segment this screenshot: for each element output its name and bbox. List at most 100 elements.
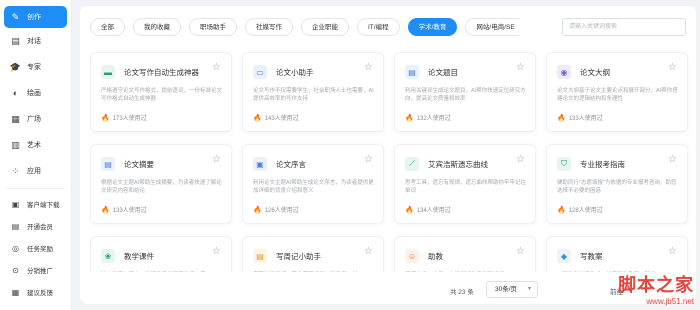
- star-icon[interactable]: ☆: [212, 247, 221, 257]
- card-usage-count: 133人使用过: [112, 208, 147, 214]
- card-description: 注入创意与活力，让课件设计更富生机，使: [101, 271, 223, 272]
- chat-icon: ▤: [11, 35, 20, 46]
- card-description: 精通小学、中学、大学领域的各学科知识，: [405, 271, 527, 272]
- leaf-icon: ❀: [101, 249, 115, 263]
- star-icon[interactable]: ☆: [668, 155, 677, 165]
- sidebar-item-sub-3[interactable]: ⊙ 分销推广: [4, 259, 67, 281]
- prompt-card[interactable]: ❀ 教学课件 ☆ 注入创意与活力，让课件设计更富生机，使: [90, 236, 232, 272]
- sidebar-item-sub-0[interactable]: ▣ 客户端下载: [4, 193, 67, 215]
- prompt-card[interactable]: ▤ 写周记小助手 ☆ 保障这份最好，完全帮周记是一些示例，长: [242, 236, 384, 272]
- fire-icon: 🔥: [101, 114, 110, 122]
- card-usage: 🔥 134人使用过: [405, 205, 451, 215]
- card-title: 教学课件: [124, 251, 154, 261]
- card-title: 专业报考指南: [580, 159, 625, 169]
- prompt-card[interactable]: ⟋ 艾宾浩斯遗忘曲线 ☆ 思考工具，遗忘有规律，遗忘曲线帮助你牢牢记住单词 🔥 134人使…: [394, 144, 536, 224]
- sidebar-item-main-5[interactable]: ▥ 艺术: [4, 132, 67, 158]
- sidebar-item-label: 开通会员: [27, 224, 53, 231]
- sidebar-item-main-1[interactable]: ▤ 对话: [4, 28, 67, 54]
- card-description: 论文大纲基于论文主要论点和展开部分，AI帮你搭建论文的逻辑结构和条理性: [557, 88, 678, 102]
- prompt-card[interactable]: ⛉ 专业报考指南 ☆ 辅助同行"志愿填报"为依据的专业报考咨询，助您选择不必要的困惑 🔥…: [546, 144, 688, 224]
- card-description: 利用关键词生成论文题目，AI帮你快速定位研究方向，提高论文质量和效率: [405, 88, 526, 102]
- prompt-card[interactable]: ☺ 助教 ☆ 精通小学、中学、大学领域的各学科知识，: [394, 236, 536, 272]
- apps-icon: ⁘: [11, 165, 20, 176]
- pen-icon: ✎: [11, 11, 20, 22]
- star-icon[interactable]: ☆: [364, 155, 373, 165]
- watermark-text: 脚本之家: [618, 275, 694, 296]
- star-icon[interactable]: ☆: [516, 247, 525, 257]
- sidebar-item-sub-1[interactable]: ▤ 开通会员: [4, 215, 67, 237]
- note-icon: ▤: [253, 249, 267, 263]
- card-description: 思考工具，遗忘有规律，遗忘曲线帮助你牢牢记住单词: [405, 180, 527, 194]
- card-usage-count: 126人使用过: [264, 208, 299, 214]
- tab-7[interactable]: 网站/电商/SE: [465, 18, 519, 36]
- tab-1[interactable]: 我的收藏: [133, 18, 181, 36]
- search-input[interactable]: [562, 18, 686, 36]
- sidebar-item-main-0[interactable]: ✎ 创作: [4, 6, 67, 28]
- tab-6[interactable]: 学术/教育: [407, 18, 458, 36]
- sidebar-item-sub-4[interactable]: ▦ 建议反馈: [4, 281, 67, 303]
- sidebar-item-label: 创作: [27, 14, 41, 21]
- card-title: 论文题目: [428, 67, 458, 77]
- sidebar-item-label: 专家: [27, 64, 41, 71]
- card-description: 严格遵守论文写作格式，提前遣词，一份标准论文写作格式自动生成神器: [101, 88, 223, 102]
- fire-icon: 🔥: [405, 206, 414, 214]
- card-title: 论文大纲: [580, 67, 610, 77]
- prompt-card-grid: ▬ 论文写作自动生成神器 ☆ 严格遵守论文写作格式，提前遣词，一份标准论文写作格式自动…: [90, 52, 690, 272]
- card-usage: 🔥 133人使用过: [101, 205, 147, 215]
- feedback-icon: ▦: [11, 287, 20, 297]
- card-title: 论文写作自动生成神器: [124, 67, 199, 77]
- sidebar-item-sub-5[interactable]: ◑联系客服: [4, 303, 67, 310]
- sidebar-item-label: 艺术: [27, 142, 41, 149]
- tab-4[interactable]: 企业职能: [301, 18, 349, 36]
- sidebar-item-main-2[interactable]: 🎓 专家: [4, 54, 67, 80]
- watermark-url: www.jb51.net: [646, 297, 694, 306]
- prompt-card[interactable]: ▤ 论文题目 ☆ 利用关键词生成论文题目，AI帮你快速定位研究方向，提高论文质量和效率…: [394, 52, 536, 132]
- fire-icon: 🔥: [557, 114, 566, 122]
- star-icon[interactable]: ☆: [668, 247, 677, 257]
- share-icon: ⊙: [12, 265, 19, 275]
- tab-5[interactable]: IT/编程: [357, 18, 400, 36]
- sidebar-item-main-6[interactable]: ⁘ 应用: [4, 158, 67, 184]
- star-icon[interactable]: ☆: [364, 63, 373, 73]
- card-usage-count: 133人使用过: [568, 116, 603, 122]
- card-usage-count: 128人使用过: [568, 208, 603, 214]
- star-icon[interactable]: ☆: [668, 63, 677, 73]
- card-header: ❀ 教学课件: [101, 249, 154, 263]
- card-header: ▤ 论文摘要: [101, 157, 154, 171]
- star-icon[interactable]: ☆: [212, 155, 221, 165]
- prompt-card[interactable]: ▤ 论文摘要 ☆ 根据论文主题AI帮助生成摘要，为读者快速了解论文研究内容和结论 🔥 13…: [90, 144, 232, 224]
- outline-icon: ◉: [557, 65, 571, 79]
- page-size-value: 30条/页: [495, 286, 518, 293]
- prompt-card[interactable]: ▬ 论文写作自动生成神器 ☆ 严格遵守论文写作格式，提前遣词，一份标准论文写作格式自动…: [90, 52, 232, 132]
- graduation-cap-icon: 🎓: [9, 61, 22, 72]
- prompt-card[interactable]: ◆写教案☆AI可为你快速生成一份完整的教案，输出: [546, 236, 688, 272]
- card-usage: 🔥 126人使用过: [253, 205, 299, 215]
- sidebar-item-main-3[interactable]: ◐ 绘画: [4, 80, 67, 106]
- tab-3[interactable]: 社媒写作: [245, 18, 293, 36]
- sidebar-item-label: 分销推广: [27, 268, 53, 275]
- chevron-down-icon: ▾: [527, 286, 531, 292]
- tab-0[interactable]: 全部: [90, 18, 125, 36]
- tab-2[interactable]: 职场助手: [189, 18, 237, 36]
- prompt-card[interactable]: ◉ 论文大纲 ☆ 论文大纲基于论文主要论点和展开部分，AI帮你搭建论文的逻辑结构和条理…: [546, 52, 688, 132]
- page-size-select[interactable]: 30条/页 ▾: [486, 281, 538, 298]
- star-icon[interactable]: ☆: [212, 63, 221, 73]
- star-icon[interactable]: ☆: [516, 63, 525, 73]
- sidebar-item-label: 客户端下载: [27, 202, 60, 209]
- card-description: 辅助同行"志愿填报"为依据的专业报考咨询，助您选择不必要的困惑: [557, 180, 677, 194]
- star-icon[interactable]: ☆: [364, 247, 373, 257]
- sidebar: ✎ 创作 ▤ 对话 🎓 专家 ◐ 绘画 ▦ 广场 ▥ 艺术 ⁘ 应用 ▣ 客户端下载 ▤ 开通会员 ◎ 任务奖励 ⊙ 分…: [0, 0, 72, 310]
- sidebar-item-sub-2[interactable]: ◎ 任务奖励: [4, 237, 67, 259]
- prompt-card[interactable]: ▭ 论文小助手 ☆ 论文写作不仅需要学生，社会职场人士也需要，AI提供高效率的写作支持…: [242, 52, 384, 132]
- card-usage: 🔥 173人使用过: [101, 113, 147, 123]
- sidebar-item-main-4[interactable]: ▦ 广场: [4, 106, 67, 132]
- card-description: 保障这份最好，完全帮周记是一些示例，长: [253, 271, 375, 272]
- card-header: ⟋ 艾宾浩斯遗忘曲线: [405, 157, 488, 171]
- vip-icon: ▤: [11, 221, 20, 231]
- card-title: 论文小助手: [276, 67, 314, 77]
- star-icon[interactable]: ☆: [516, 155, 525, 165]
- card-title: 艾宾浩斯遗忘曲线: [428, 159, 488, 169]
- prompt-card[interactable]: ▣ 论文序言 ☆ 利用论文主题AI帮助生成论文序言，为读者提供更加详细的背景介绍和意义…: [242, 144, 384, 224]
- card-title: 论文序言: [276, 159, 306, 169]
- card-title: 论文摘要: [124, 159, 154, 169]
